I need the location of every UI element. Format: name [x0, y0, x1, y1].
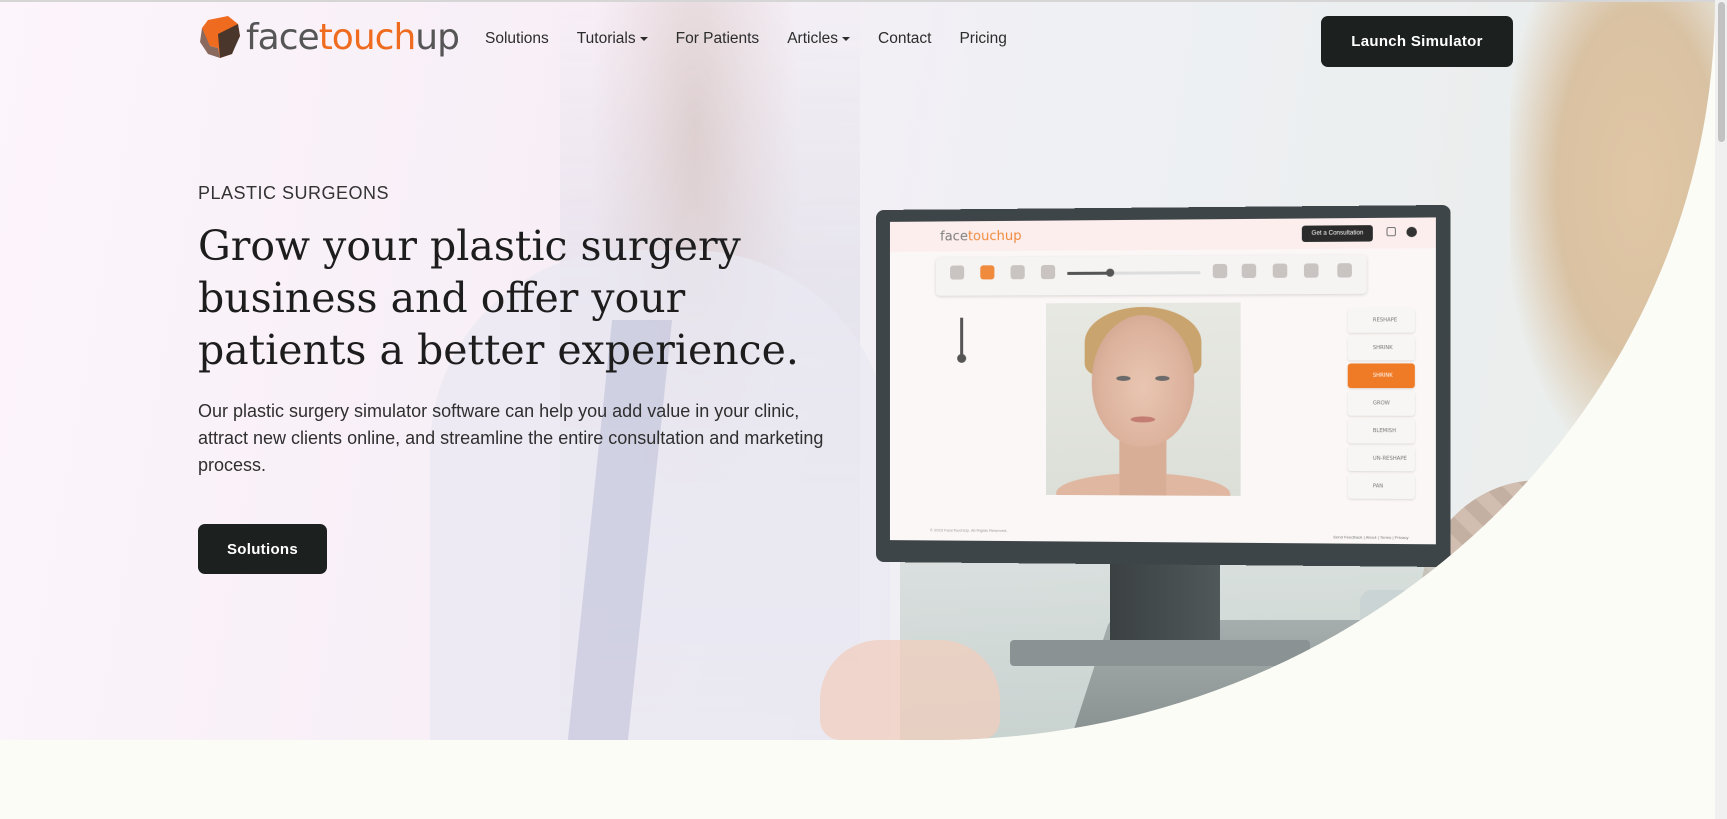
camera-icon [950, 265, 965, 280]
photo-lips [1130, 416, 1156, 423]
zoom-in-icon [1040, 264, 1056, 280]
logo-head-icon [198, 14, 244, 60]
caret-down-icon [842, 37, 851, 41]
patient-photo [1046, 302, 1241, 496]
tool-un-reshape: UN-RESHAPE [1347, 446, 1415, 472]
nav-pricing[interactable]: Pricing [959, 30, 1006, 48]
screen-tool-panel: RESHAPE SHRINK SHRINK GROW BLEMISH UN-RE… [1347, 307, 1415, 502]
tool-blemish: BLEMISH [1347, 418, 1415, 444]
main-nav: facetouchup Solutions Tutorials For Pati… [0, 0, 1715, 84]
nav-articles[interactable]: Articles [787, 30, 851, 48]
fullscreen-icon [1386, 226, 1396, 237]
screen-consult-button: Get a Consultation [1302, 225, 1373, 242]
launch-simulator-button[interactable]: Launch Simulator [1321, 16, 1513, 67]
hero-lead: Our plastic surgery simulator software c… [198, 401, 824, 475]
nav-contact[interactable]: Contact [878, 30, 931, 48]
page-scrollbar[interactable] [1715, 0, 1727, 819]
screen-footer-copyright: © 2023 FaceTouchUp. All Rights Reserved. [930, 527, 1008, 533]
doctor-hands [820, 640, 1000, 740]
redo-icon [1272, 263, 1288, 278]
screen-header: facetouchup Get a Consultation [889, 217, 1436, 252]
logo-wordmark: facetouchup [246, 16, 460, 58]
user-icon [1406, 226, 1417, 238]
monitor-stand [1110, 555, 1220, 650]
tool-grow: GROW [1347, 391, 1415, 416]
monitor-stand-base [1010, 640, 1310, 666]
tool-pan: PAN [1347, 474, 1415, 499]
simulator-screen: facetouchup Get a Consultation RESHAPE S… [889, 217, 1436, 545]
tool-reshape: RESHAPE [1347, 307, 1415, 333]
print-icon [1010, 265, 1025, 280]
nav-solutions[interactable]: Solutions [485, 30, 549, 48]
screen-footer-links: Send Feedback | About | Terms | Privacy [1333, 534, 1409, 540]
photo-eye-right [1155, 375, 1170, 381]
zoom-out-icon [1212, 263, 1228, 279]
solutions-button[interactable]: Solutions [198, 524, 327, 574]
zoom-slider [1067, 271, 1201, 275]
photo-neck [1119, 439, 1167, 496]
brush-size-slider [960, 317, 964, 358]
photo-face [1091, 314, 1195, 447]
hero-eyebrow: PLASTIC SURGEONS [198, 183, 390, 203]
caret-down-icon [639, 37, 648, 41]
screen-toolbar [936, 254, 1367, 296]
before-after-icon [1337, 263, 1352, 278]
undo-icon [1241, 263, 1257, 279]
nav-for-patients[interactable]: For Patients [676, 30, 760, 48]
nav-tutorials[interactable]: Tutorials [577, 30, 648, 48]
nav-links: Solutions Tutorials For Patients Article… [485, 30, 1035, 48]
reset-icon [1303, 263, 1319, 278]
monitor: facetouchup Get a Consultation RESHAPE S… [876, 204, 1451, 568]
screen-logo: facetouchup [940, 228, 1022, 245]
scrollbar-thumb[interactable] [1718, 2, 1725, 142]
site-logo[interactable]: facetouchup [198, 14, 460, 60]
tool-shrink: SHRINK [1347, 335, 1415, 361]
page: facetouchup Get a Consultation RESHAPE S… [0, 0, 1727, 819]
save-icon [980, 265, 995, 280]
hero-headline: Grow your plastic surgery business and o… [198, 222, 799, 374]
photo-eye-left [1116, 375, 1131, 381]
tool-shrink-active: SHRINK [1347, 363, 1415, 389]
